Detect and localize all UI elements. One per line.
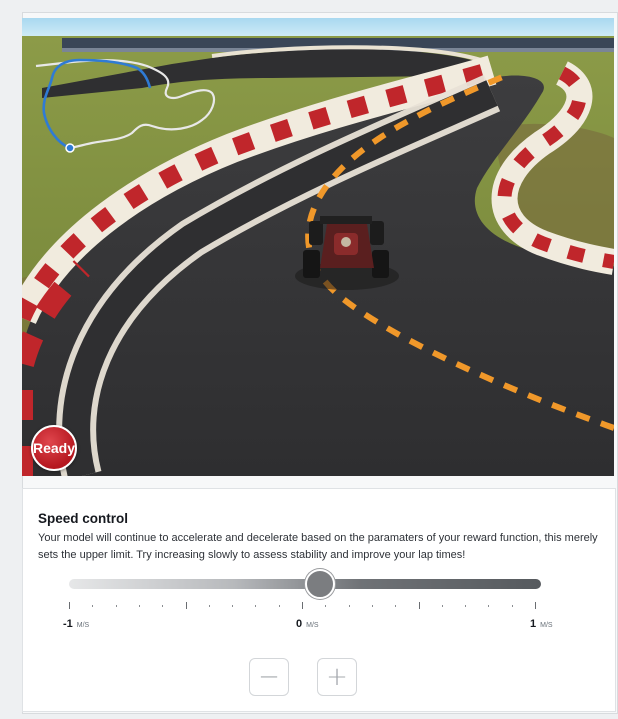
slider-tick xyxy=(371,605,373,607)
slider-tick xyxy=(348,605,350,607)
track-scene xyxy=(22,18,614,476)
simulation-video-stream: Ready xyxy=(22,18,614,476)
slider-tick xyxy=(511,605,513,607)
slider-tick xyxy=(185,602,187,609)
slider-tick xyxy=(488,605,490,607)
slider-tick xyxy=(162,605,164,607)
slider-max-value: 1 xyxy=(530,618,537,630)
slider-min-label: -1 M/S xyxy=(63,618,89,630)
slider-tick xyxy=(69,602,70,609)
slider-mid-value: 0 xyxy=(296,618,303,630)
speed-slider-thumb[interactable] xyxy=(305,569,335,599)
slider-tick xyxy=(115,605,117,607)
speed-control-card: Speed control Your model will continue t… xyxy=(22,488,616,712)
slider-tick xyxy=(418,602,420,609)
slider-tick xyxy=(441,605,443,607)
decrease-speed-button[interactable]: − xyxy=(249,658,289,696)
slider-min-value: -1 xyxy=(63,618,73,630)
speed-control-description: Your model will continue to accelerate a… xyxy=(38,532,598,561)
slider-max-unit: M/S xyxy=(540,622,553,629)
slider-tick xyxy=(255,605,257,607)
slider-tick xyxy=(138,605,140,607)
slider-tick xyxy=(278,605,280,607)
slider-mid-label: 0 M/S xyxy=(296,618,319,630)
increase-speed-button[interactable]: + xyxy=(317,658,357,696)
slider-min-unit: M/S xyxy=(76,622,90,629)
slider-tick xyxy=(208,605,210,607)
slider-mid-unit: M/S xyxy=(306,622,319,629)
ready-status-badge: Ready xyxy=(31,425,77,471)
slider-tick xyxy=(465,605,467,607)
slider-max-label: 1 M/S xyxy=(530,618,553,630)
speed-control-title: Speed control xyxy=(38,511,129,526)
speed-slider-ticks xyxy=(69,601,541,611)
slider-tick xyxy=(232,605,234,607)
slider-tick xyxy=(535,602,536,609)
slider-tick xyxy=(92,605,94,607)
slider-tick xyxy=(302,602,303,609)
slider-tick xyxy=(325,605,327,607)
slider-tick xyxy=(395,605,397,607)
